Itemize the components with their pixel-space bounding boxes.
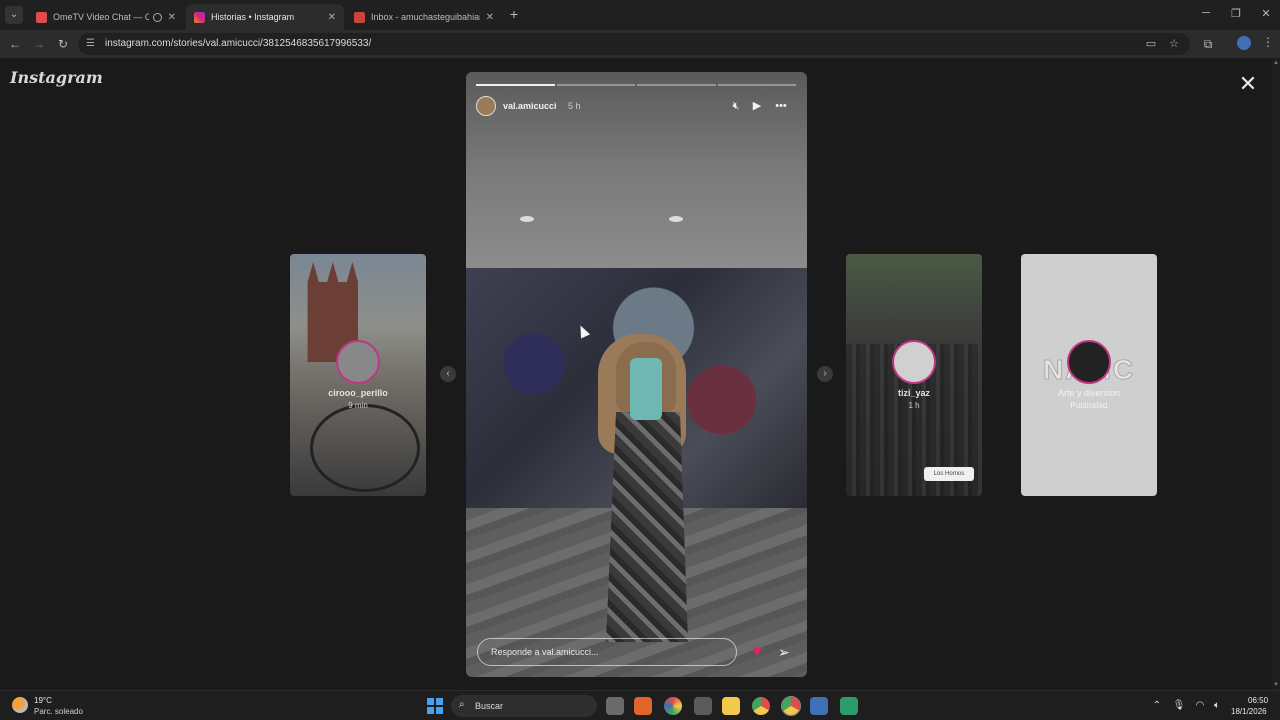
story-preview-card[interactable]: cirooo_perillo 9 min — [290, 254, 426, 496]
preview-time: 1 h — [908, 401, 920, 410]
preview-avatar — [892, 340, 936, 384]
weather-temperature[interactable]: 19°C — [34, 696, 52, 705]
extensions-icon[interactable]: ⧉ — [1200, 36, 1216, 52]
story-phone — [630, 358, 662, 420]
story-username[interactable]: val.amicucci — [503, 101, 557, 111]
send-icon[interactable]: ➢ — [775, 643, 793, 661]
close-window-button[interactable]: ✕ — [1256, 7, 1276, 20]
new-tab-button[interactable]: + — [506, 6, 522, 22]
preview-sponsored-label: Publicidad — [1070, 401, 1108, 410]
instagram-logo[interactable]: Instagram — [10, 68, 103, 87]
tab-title: Inbox - amuchasteguibahiano© — [371, 12, 480, 22]
more-options-icon[interactable]: ••• — [774, 99, 788, 113]
gmail-favicon-icon — [354, 11, 365, 23]
location-badge: Los Hornos — [924, 467, 974, 481]
start-button-icon[interactable] — [427, 698, 443, 714]
progress-segment — [476, 84, 555, 86]
previous-story-chevron-icon[interactable]: ‹ — [440, 366, 456, 382]
ad-story-preview-card[interactable]: NAMC Arte y diversion Publicidad — [1021, 254, 1157, 496]
story-time: 5 h — [568, 101, 581, 111]
weather-icon[interactable] — [12, 697, 28, 713]
back-button[interactable]: ← — [7, 36, 23, 52]
clock-time[interactable]: 06:50 — [1248, 696, 1268, 705]
story-header: val.amicucci 5 h 🔇︎ ▶ ••• — [476, 96, 797, 116]
progress-segment — [556, 84, 635, 86]
bicycle-image — [310, 404, 420, 492]
app-icon[interactable] — [664, 697, 682, 715]
minimize-button[interactable]: ─ — [1196, 7, 1216, 19]
muted-speaker-icon[interactable]: 🔇︎ — [729, 99, 743, 113]
close-tab-icon[interactable]: ✕ — [486, 12, 494, 23]
wifi-icon[interactable]: ◠ — [1193, 699, 1207, 713]
progress-segment — [717, 84, 796, 86]
file-explorer-icon[interactable] — [722, 697, 740, 715]
chrome-active-icon[interactable] — [781, 696, 801, 716]
tab-title: Historias • Instagram — [211, 12, 295, 22]
browser-tab-bar: ⌄ OmeTV Video Chat — Ome ✕ Historias • I… — [0, 0, 1280, 30]
progress-segment — [637, 84, 716, 86]
tab-gmail-inbox[interactable]: Inbox - amuchasteguibahiano© ✕ — [346, 4, 502, 30]
ometv-favicon-icon — [36, 11, 47, 23]
ceiling-light — [669, 216, 683, 222]
brave-browser-icon[interactable] — [634, 697, 652, 715]
app-icon[interactable] — [840, 697, 858, 715]
tab-title: OmeTV Video Chat — Ome — [53, 12, 149, 22]
weather-description[interactable]: Parc. soleado — [34, 707, 83, 716]
reply-input[interactable]: Responde a val.amicucci... — [477, 638, 737, 666]
show-hidden-icons-chevron-icon[interactable]: ⌃ — [1150, 699, 1164, 713]
recording-icon — [152, 12, 162, 22]
preview-username: cirooo_perillo — [328, 388, 388, 398]
close-tab-icon[interactable]: ✕ — [328, 12, 336, 23]
stories-viewer: Instagram ✕ cirooo_perillo 9 min ‹ val.a… — [0, 58, 1280, 690]
preview-avatar — [336, 340, 380, 384]
browser-menu-icon[interactable]: ⋮ — [1262, 35, 1274, 49]
tab-ometv[interactable]: OmeTV Video Chat — Ome ✕ — [28, 4, 184, 30]
story-author-avatar[interactable] — [476, 96, 496, 116]
task-view-icon[interactable] — [606, 697, 624, 715]
tab-search-button[interactable]: ⌄ — [5, 6, 23, 24]
story-preview-card[interactable]: tizi_yaz 1 h Los Hornos — [846, 254, 982, 496]
forward-button[interactable]: → — [31, 36, 47, 52]
browser-toolbar: ← → ↻ ☰ instagram.com/stories/val.amicuc… — [0, 30, 1280, 58]
search-label: Buscar — [475, 701, 504, 711]
preview-username: tizi_yaz — [897, 388, 930, 398]
bookmark-star-icon[interactable]: ☆ — [1167, 37, 1181, 51]
tab-instagram-stories[interactable]: Historias • Instagram ✕ — [186, 4, 344, 30]
taskbar-search[interactable]: ⌕ Buscar — [451, 695, 597, 717]
heart-icon[interactable]: ♥ — [748, 643, 766, 661]
next-story-chevron-icon[interactable]: › — [817, 366, 833, 382]
volume-icon[interactable]: 🔈︎ — [1210, 699, 1224, 713]
close-stories-icon[interactable]: ✕ — [1237, 73, 1259, 95]
clock-date[interactable]: 18/1/2026 — [1231, 707, 1267, 716]
site-info-icon[interactable]: ☰ — [86, 38, 98, 50]
scroll-up-icon[interactable]: ▲ — [1273, 60, 1279, 66]
search-icon: ⌕ — [459, 699, 465, 710]
store-icon[interactable] — [694, 697, 712, 715]
restore-button[interactable]: ❐ — [1226, 7, 1246, 20]
instagram-favicon-icon — [194, 11, 205, 23]
windows-taskbar: 19°C Parc. soleado ⌕ Buscar ⌃ 🎙︎ ◠ 🔈︎ 06… — [0, 690, 1280, 720]
scroll-down-icon[interactable]: ▼ — [1273, 682, 1279, 688]
preview-time: 9 min — [348, 401, 368, 410]
app-icon[interactable] — [810, 697, 828, 715]
ad-avatar — [1067, 340, 1111, 384]
active-story[interactable]: val.amicucci 5 h 🔇︎ ▶ ••• Responde a val… — [466, 72, 807, 677]
close-tab-icon[interactable]: ✕ — [168, 12, 176, 23]
ceiling-light — [520, 216, 534, 222]
address-bar[interactable]: ☰ instagram.com/stories/val.amicucci/381… — [78, 33, 1190, 55]
reload-button[interactable]: ↻ — [55, 36, 71, 52]
play-icon[interactable]: ▶ — [750, 99, 764, 113]
microphone-icon[interactable]: 🎙︎ — [1172, 699, 1186, 713]
story-progress-bar — [476, 84, 796, 86]
url-text[interactable]: instagram.com/stories/val.amicucci/38125… — [105, 38, 371, 49]
page-scrollbar[interactable]: ▲ ▼ — [1272, 58, 1280, 690]
preview-username: Arte y diversion — [1057, 388, 1121, 398]
profile-avatar[interactable] — [1237, 36, 1251, 50]
chrome-icon[interactable] — [752, 697, 770, 715]
cast-icon[interactable]: ▭ — [1144, 37, 1158, 51]
